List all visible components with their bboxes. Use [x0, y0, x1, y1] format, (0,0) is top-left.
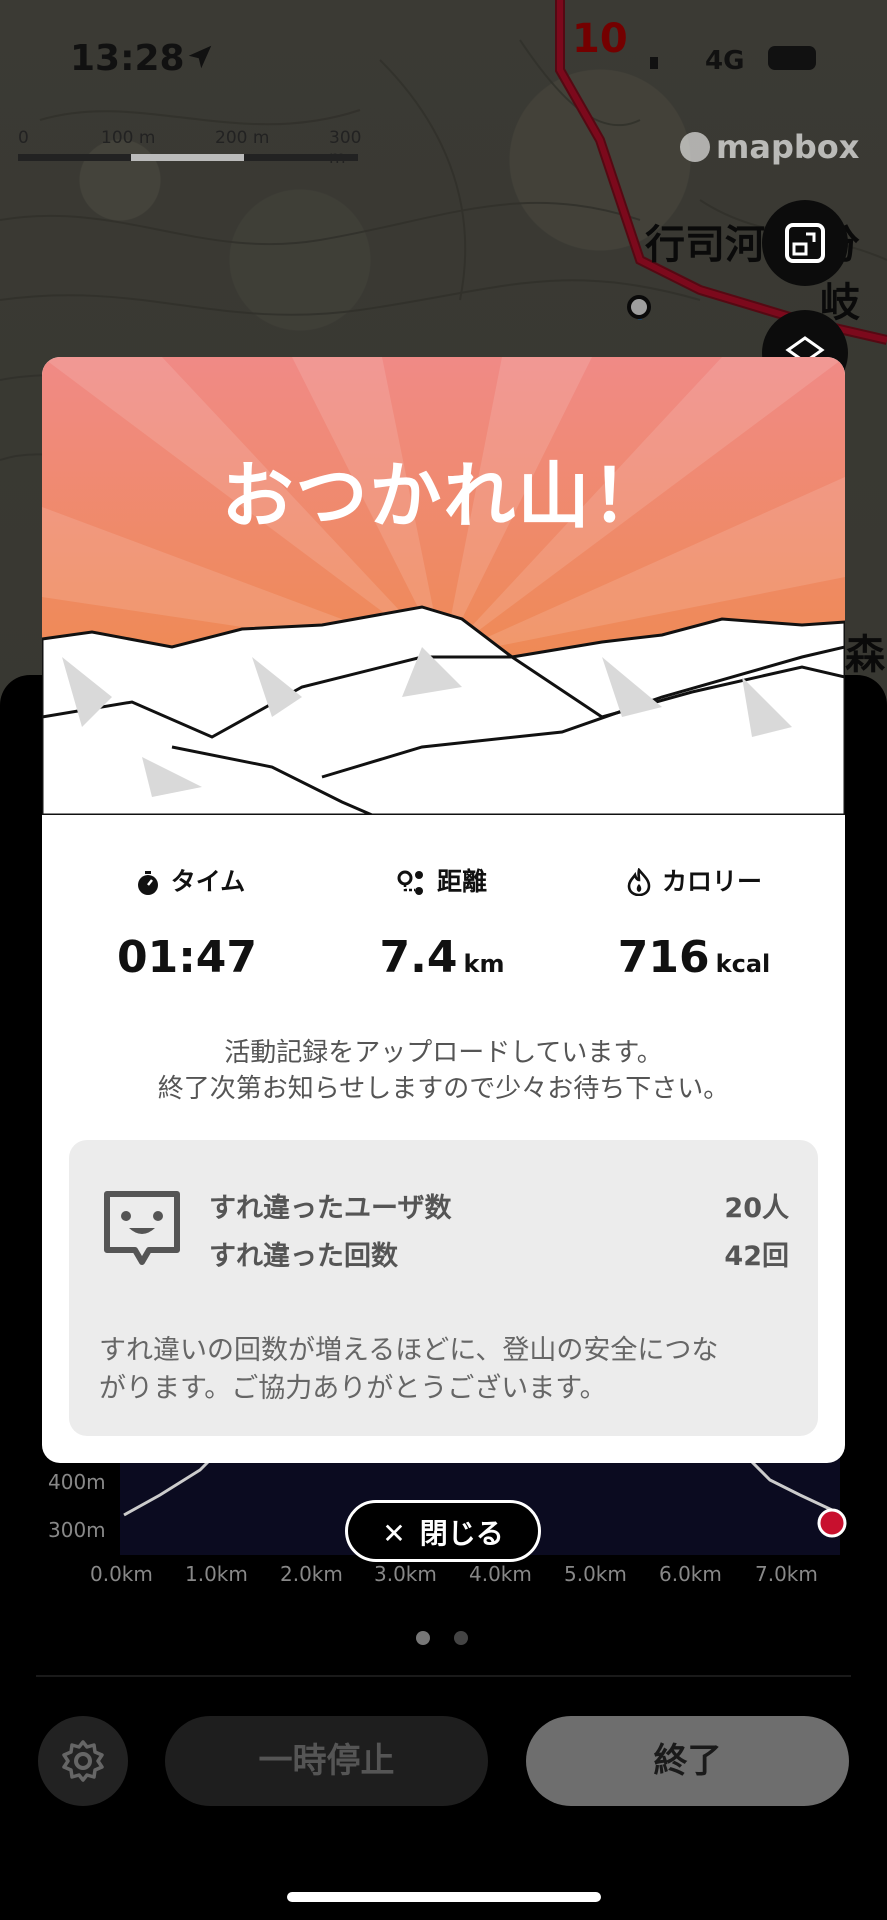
elevation-x-label: 2.0km: [280, 1562, 343, 1586]
pass-users-row: すれ違ったユーザ数 20人: [209, 1186, 789, 1225]
status-time: 13:28: [70, 38, 185, 79]
upload-note: 活動記録をアップロードしています。 終了次第お知らせしますので少々お待ち下さい。: [157, 1038, 730, 1104]
close-icon: ✕: [382, 1517, 406, 1550]
completion-modal: おつかれ山！ タイム 01:47 距離 7.4 km カロリー 716 kcal 活…: [42, 357, 845, 1463]
elevation-x-label: 0.0km: [90, 1562, 153, 1586]
home-indicator[interactable]: [287, 1892, 601, 1902]
close-button[interactable]: ✕ 閉じる: [345, 1500, 541, 1562]
scale-label: 200 m: [215, 128, 270, 148]
stat-time: タイム 01:47: [70, 862, 310, 983]
stat-distance: 距離 7.4 km: [322, 862, 562, 983]
page-dot[interactable]: [454, 1631, 468, 1645]
elevation-x-label: 7.0km: [755, 1562, 818, 1586]
route-pin-icon: [397, 870, 423, 895]
elevation-y-label: 300m: [48, 1518, 106, 1542]
elevation-x-label: 6.0km: [659, 1562, 722, 1586]
signal-icon: [650, 57, 658, 69]
current-position-marker: [817, 1508, 847, 1538]
battery-icon: [768, 46, 816, 70]
pause-button[interactable]: 一時停止: [165, 1716, 488, 1806]
pass-users-value: 20人: [724, 1193, 789, 1224]
elevation-x-label: 1.0km: [185, 1562, 248, 1586]
pass-footnote: すれ違いの回数が増えるほどに、登山の安全につな がります。ご協力ありがとうござい…: [99, 1335, 719, 1404]
stat-value: 7.4: [379, 932, 458, 983]
elevation-x-label: 4.0km: [469, 1562, 532, 1586]
stat-calories: カロリー 716 kcal: [574, 862, 814, 983]
end-button[interactable]: 終了: [526, 1716, 849, 1806]
stat-label: カロリー: [661, 867, 762, 896]
settings-button[interactable]: [38, 1716, 128, 1806]
page-dot-active[interactable]: [416, 1631, 430, 1645]
mapbox-attribution[interactable]: mapbox: [680, 128, 859, 166]
mapbox-logo-icon: [680, 132, 710, 162]
elevation-y-label: 400m: [48, 1470, 106, 1494]
pass-by-panel: すれ違ったユーザ数 20人 すれ違った回数 42回 すれ違いの回数が増えるほどに…: [69, 1140, 818, 1436]
network-type: 4G: [705, 46, 745, 76]
page-indicator[interactable]: [416, 1630, 492, 1649]
smiling-face-bubble-icon: [104, 1191, 180, 1265]
location-arrow-icon: [188, 45, 212, 69]
stat-label: タイム: [170, 867, 246, 896]
stat-label: 距離: [436, 867, 487, 896]
status-bar: 13:28 4G: [0, 0, 887, 120]
pass-count-value: 42回: [724, 1241, 789, 1272]
gear-icon: [62, 1740, 104, 1782]
divider: [36, 1675, 851, 1677]
stat-unit: kcal: [715, 950, 771, 978]
stat-value: 716: [617, 932, 710, 983]
elevation-x-label: 5.0km: [564, 1562, 627, 1586]
scale-label: 300 m: [329, 128, 362, 168]
scale-bar-line: [18, 154, 358, 161]
map-layout-icon: [785, 223, 825, 263]
pass-users-label: すれ違ったユーザ数: [209, 1193, 452, 1224]
modal-title: おつかれ山！: [221, 454, 666, 538]
mountain-illustration: [42, 357, 845, 815]
pass-count-label: すれ違った回数: [209, 1241, 398, 1272]
pass-count-row: すれ違った回数 42回: [209, 1234, 789, 1273]
scale-label: 100 m: [101, 128, 156, 148]
scale-label: 0: [18, 128, 29, 148]
stat-value: 01:47: [116, 932, 258, 983]
flame-icon: [627, 867, 651, 897]
map-scale-bar: 0 100 m 200 m 300 m: [18, 128, 362, 168]
elevation-x-label: 3.0km: [374, 1562, 437, 1586]
stopwatch-icon: [137, 871, 158, 895]
map-layers-button[interactable]: [762, 200, 848, 286]
stat-unit: km: [463, 950, 505, 978]
